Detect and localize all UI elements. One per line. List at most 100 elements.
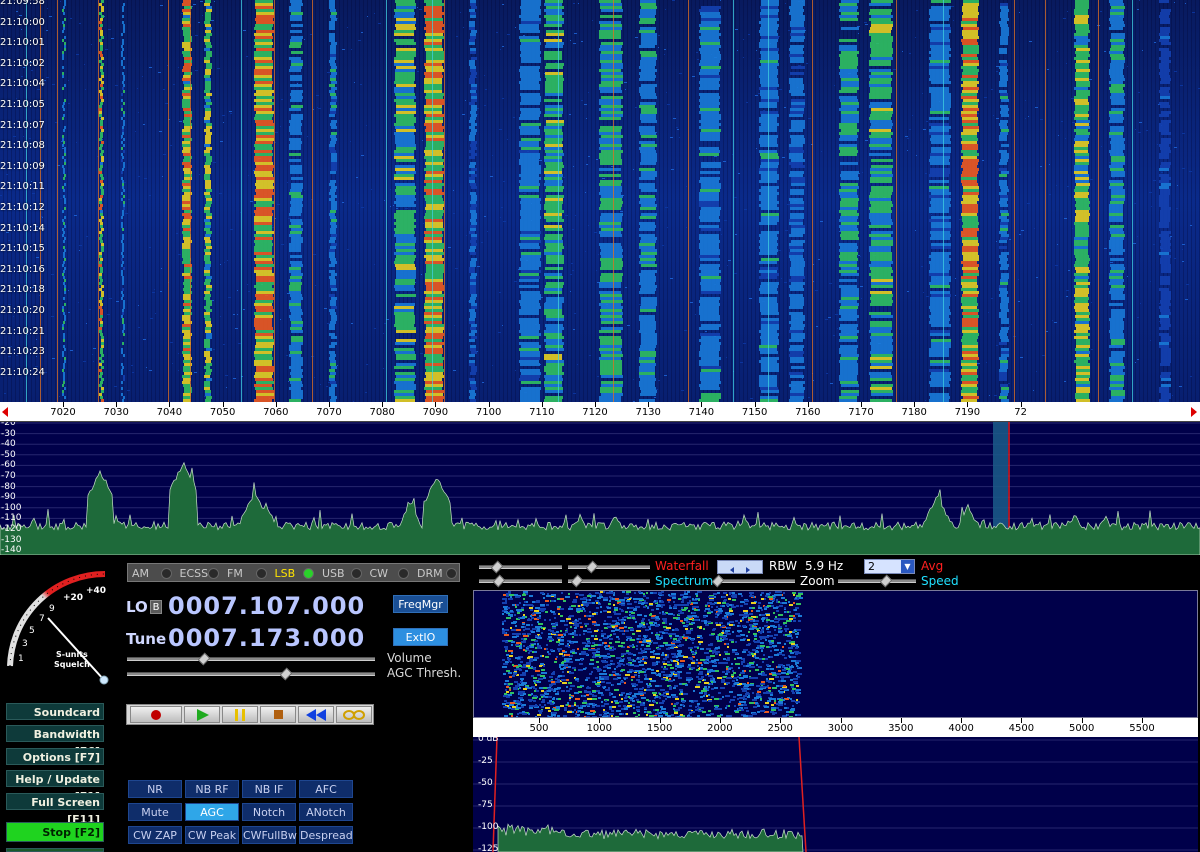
- main-waterfall[interactable]: 21:09:58 21:10:00 21:10:01 21:10:02 21:10:04…: [0, 0, 1200, 402]
- zoom-waterfall[interactable]: [473, 590, 1198, 718]
- scale-tick: [754, 402, 756, 407]
- rewind-button[interactable]: [298, 706, 334, 723]
- mode-button-usb[interactable]: USB: [318, 565, 366, 582]
- waterfall-timestamp: 21:10:01: [0, 37, 45, 49]
- play-icon: [197, 709, 209, 721]
- dsp-notch-button[interactable]: Notch: [242, 803, 296, 821]
- extra-button-edge: [6, 848, 104, 852]
- play-button[interactable]: [184, 706, 220, 723]
- rbw-label: RBW: [769, 559, 798, 573]
- transport-bar: [126, 704, 374, 725]
- spectrum-range-slider[interactable]: [568, 574, 650, 588]
- dsp-nb-if-button[interactable]: NB IF: [242, 780, 296, 798]
- dsp-cwfullbw-button[interactable]: CWFullBw: [242, 826, 297, 844]
- dsp-nr-button[interactable]: NR: [128, 780, 182, 798]
- scale-tick: [382, 402, 384, 407]
- dsp-cw-zap-button[interactable]: CW ZAP: [128, 826, 182, 844]
- rbw-decrease-icon: [730, 567, 734, 573]
- zoom-slider[interactable]: [711, 574, 795, 588]
- scale-tick: [222, 402, 224, 407]
- waterfall-contrast-slider[interactable]: [479, 560, 562, 574]
- volume-slider[interactable]: [127, 652, 375, 666]
- help-update-button[interactable]: Help / Update [F1]: [6, 770, 104, 803]
- zoom-scale-tick: [780, 718, 782, 723]
- waterfall-timestamp: 21:10:15: [0, 243, 45, 255]
- zoom-scale-label: 5500: [1129, 723, 1155, 734]
- spectrum-label: Spectrum: [655, 574, 714, 588]
- zoom-spectrum[interactable]: 0 dB -25 -50 -75 -100 -125: [473, 737, 1198, 852]
- scale-label: 7130: [635, 407, 661, 418]
- zoom-db-label: -50: [478, 778, 493, 788]
- dsp-anotch-button[interactable]: ANotch: [299, 803, 353, 821]
- dsp-mute-button[interactable]: Mute: [128, 803, 182, 821]
- svg-text:9: 9: [49, 604, 55, 614]
- tune-frequency[interactable]: 0007.173.000: [168, 624, 365, 652]
- fullscreen-button[interactable]: Full Screen [F11]: [6, 793, 104, 826]
- mode-label: AM: [132, 567, 150, 580]
- mode-label: FM: [227, 567, 243, 580]
- zoom-db-label: -25: [478, 756, 493, 766]
- lo-band-badge[interactable]: B: [150, 600, 162, 614]
- zoom-frequency-scale[interactable]: 500 1000 1500 2000 2500 3000 3500 4000 4500 5000 5…: [473, 718, 1198, 737]
- avg-select-value: 2: [868, 560, 875, 573]
- extio-button[interactable]: ExtIO: [393, 628, 448, 646]
- rbw-stepper[interactable]: [717, 560, 763, 574]
- waterfall-label: Waterfall: [655, 559, 709, 573]
- waterfall-timestamp: 21:10:05: [0, 99, 45, 110]
- mode-button-lsb[interactable]: LSB: [271, 565, 319, 582]
- waterfall-range-slider[interactable]: [568, 560, 650, 574]
- freqmgr-button[interactable]: FreqMgr: [393, 595, 448, 613]
- db-label: -80: [1, 481, 16, 492]
- zoom-scale-label: 3000: [827, 723, 854, 734]
- pause-button[interactable]: [222, 706, 258, 723]
- dsp-afc-button[interactable]: AFC: [299, 780, 353, 798]
- scroll-left-arrow: [2, 407, 8, 417]
- volume-thumb[interactable]: [197, 652, 211, 666]
- dsp-nb-rf-button[interactable]: NB RF: [185, 780, 239, 798]
- record-button[interactable]: [130, 706, 182, 723]
- bandwidth-button[interactable]: Bandwidth [F6]: [6, 725, 104, 758]
- dsp-despread-button[interactable]: Despread: [299, 826, 353, 844]
- spectrum-canvas: [0, 422, 1200, 555]
- lo-frequency[interactable]: 0007.107.000: [168, 592, 365, 620]
- db-label: -110: [1, 513, 22, 524]
- frequency-scale[interactable]: 7020 7030 7040 7050 7060 7070 7080 7090 7100 7110…: [0, 402, 1200, 422]
- db-label: -140: [1, 545, 22, 555]
- scale-tick: [329, 402, 330, 407]
- dsp-cw-peak-button[interactable]: CW Peak: [185, 826, 239, 844]
- svg-text:7: 7: [39, 614, 45, 624]
- waterfall-timestamp: 21:10:16: [0, 263, 45, 275]
- zoom-scale-label: 2500: [767, 723, 793, 734]
- stop-button[interactable]: Stop [F2]: [6, 822, 104, 842]
- svg-text:5: 5: [29, 626, 35, 636]
- waterfall-timestamp: 21:10:23: [0, 346, 45, 358]
- mode-button-fm[interactable]: FM: [223, 565, 271, 582]
- zoom-scale-tick: [1081, 718, 1083, 723]
- record-icon: [151, 710, 161, 720]
- main-spectrum[interactable]: -20 -30 -40 -50 -60 -70 -80 -90 -100 -110 -120 -130…: [0, 422, 1200, 555]
- loop-button[interactable]: [336, 706, 372, 723]
- avg-select[interactable]: 2 ▼: [864, 559, 915, 574]
- waterfall-timestamp: 21:10:04: [0, 78, 45, 90]
- stop-playback-button[interactable]: [260, 706, 296, 723]
- zoom-label: Zoom: [800, 574, 835, 588]
- db-label: -90: [1, 492, 16, 503]
- soundcard-button[interactable]: Soundcard [F5]: [6, 703, 104, 736]
- smeter-needle: [47, 617, 105, 681]
- spectrum-contrast-slider[interactable]: [479, 574, 562, 588]
- options-button[interactable]: Options [F7]: [6, 748, 104, 765]
- avg-label: Avg: [921, 559, 944, 573]
- db-label: -30: [1, 428, 16, 439]
- zoom-scale-tick: [539, 718, 540, 723]
- scale-label: 72: [1014, 407, 1027, 418]
- mode-button-am[interactable]: AM: [128, 565, 176, 582]
- db-label: -40: [1, 439, 16, 450]
- mode-button-ecss[interactable]: ECSS: [176, 565, 224, 582]
- speed-slider[interactable]: [838, 574, 916, 588]
- agc-threshold-slider[interactable]: [127, 667, 375, 681]
- mode-button-drm[interactable]: DRM: [413, 565, 461, 582]
- agc-threshold-thumb[interactable]: [279, 667, 293, 681]
- scale-label: 7090: [422, 407, 449, 418]
- mode-button-cw[interactable]: CW: [366, 565, 414, 582]
- dsp-agc-slow-button[interactable]: AGC Slow: [185, 803, 239, 837]
